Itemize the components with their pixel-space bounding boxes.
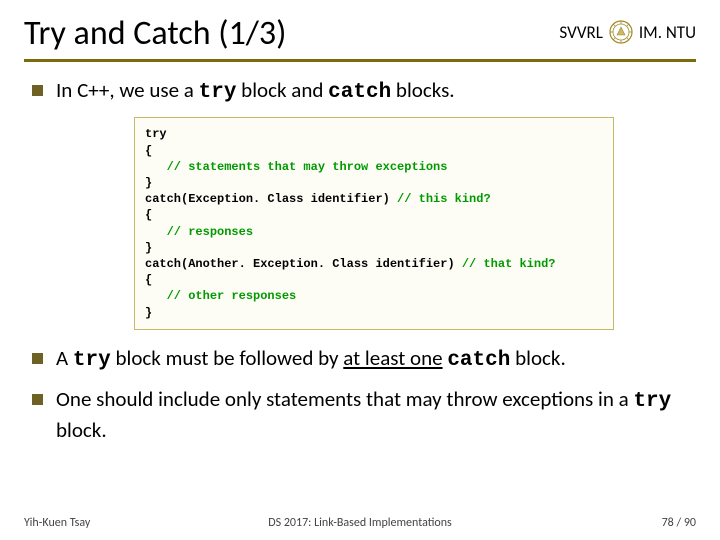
- text: In C++, we use a: [56, 77, 199, 103]
- code-indent: [145, 289, 167, 303]
- code-comment: // other responses: [167, 289, 297, 303]
- bullet-square-icon: [32, 85, 43, 96]
- code-comment: // responses: [167, 225, 253, 239]
- code-line: }: [145, 241, 152, 255]
- text: block must be followed by: [111, 345, 344, 371]
- code-keyword: try: [633, 390, 671, 413]
- slide: Try and Catch (1/3) SVVRL: [0, 0, 720, 540]
- code-line: try: [145, 127, 167, 141]
- page-title: Try and Catch (1/3): [24, 14, 286, 53]
- page-total: 90: [684, 516, 696, 530]
- text: One should include only statements that …: [56, 386, 633, 412]
- affiliation: SVVRL: [559, 14, 696, 44]
- code-indent: [145, 225, 167, 239]
- page-current: 78: [662, 516, 674, 530]
- code-line: }: [145, 306, 152, 320]
- code-keyword: catch: [447, 349, 510, 372]
- page-number: 78 / 90: [662, 516, 696, 530]
- text: block.: [510, 345, 565, 371]
- code-comment: // statements that may throw exceptions: [167, 160, 448, 174]
- code-line: catch(Exception. Class identifier): [145, 192, 397, 206]
- code-line: catch(Another. Exception. Class identifi…: [145, 257, 462, 271]
- footer-course: DS 2017: Link-Based Implementations: [0, 516, 720, 530]
- code-comment: // this kind?: [397, 192, 491, 206]
- text: blocks.: [391, 77, 454, 103]
- page-separator: /: [674, 516, 684, 530]
- code-line: }: [145, 176, 152, 190]
- code-comment: // that kind?: [462, 257, 556, 271]
- underlined-text: at least one: [343, 345, 442, 371]
- bullet-square-icon: [32, 353, 43, 364]
- affil-right: IM. NTU: [639, 22, 696, 43]
- bullet-1: In C++, we use a try block and catch blo…: [28, 76, 696, 107]
- body-list: In C++, we use a try block and catch blo…: [24, 76, 696, 107]
- bullet-2: A try block must be followed by at least…: [28, 344, 696, 375]
- footer-author: Yih-Kuen Tsay: [24, 516, 90, 530]
- code-line: {: [145, 144, 152, 158]
- code-keyword: catch: [328, 81, 391, 104]
- text: block and: [236, 77, 328, 103]
- bullet-square-icon: [32, 394, 43, 405]
- bullet-3: One should include only statements that …: [28, 385, 696, 445]
- code-line: {: [145, 208, 152, 222]
- text: A: [56, 345, 73, 371]
- code-line: {: [145, 273, 152, 287]
- body-list-2: A try block must be followed by at least…: [24, 344, 696, 445]
- affil-left: SVVRL: [559, 22, 602, 43]
- code-indent: [145, 160, 167, 174]
- university-seal-icon: [609, 20, 633, 44]
- header-row: Try and Catch (1/3) SVVRL: [24, 14, 696, 62]
- code-keyword: try: [199, 81, 237, 104]
- footer: Yih-Kuen Tsay DS 2017: Link-Based Implem…: [0, 516, 720, 530]
- code-keyword: try: [73, 349, 111, 372]
- code-block: try { // statements that may throw excep…: [134, 117, 614, 329]
- text: block.: [56, 417, 107, 443]
